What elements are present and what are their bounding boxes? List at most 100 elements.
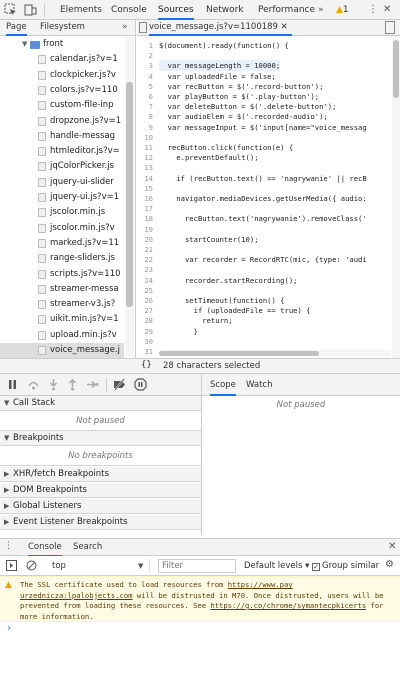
drawer-menu-icon[interactable]: ⋮ bbox=[4, 541, 13, 551]
event-listener-breakpoints-header[interactable]: ▶ Event Listener Breakpoints bbox=[0, 515, 201, 530]
tree-file-item[interactable]: scripts.js?v=110 bbox=[0, 267, 124, 282]
toggle-navigator-icon[interactable] bbox=[139, 22, 147, 33]
tree-file-item[interactable]: upload.min.js?v bbox=[0, 328, 124, 343]
device-toolbar-icon[interactable] bbox=[24, 3, 37, 16]
call-stack-header[interactable]: ▼ Call Stack bbox=[0, 396, 201, 411]
file-icon bbox=[38, 238, 46, 248]
editor-hscroll-thumb[interactable] bbox=[159, 351, 319, 356]
warning-text: The SSL certificate used to load resourc… bbox=[20, 580, 384, 621]
step-icon[interactable] bbox=[86, 378, 99, 391]
collapsed-arrow-icon: ▶ bbox=[4, 470, 10, 478]
tab-sources[interactable]: Sources bbox=[158, 0, 194, 20]
collapsed-arrow-icon: ▶ bbox=[4, 518, 10, 526]
tab-performance[interactable]: Performance bbox=[258, 0, 315, 20]
editor-horizontal-scrollbar[interactable] bbox=[159, 350, 391, 356]
tree-file-item[interactable]: uikit.min.js?v=1 bbox=[0, 312, 124, 327]
tab-drawer-search[interactable]: Search bbox=[73, 539, 102, 557]
gear-icon[interactable]: ⚙ bbox=[385, 559, 394, 570]
file-icon bbox=[38, 300, 46, 310]
step-over-icon[interactable] bbox=[27, 378, 40, 391]
more-navigator-tabs-icon[interactable]: » bbox=[122, 20, 128, 36]
clear-console-icon[interactable] bbox=[26, 560, 37, 571]
pause-icon[interactable] bbox=[6, 378, 19, 391]
xhr-breakpoints-header[interactable]: ▶ XHR/fetch Breakpoints bbox=[0, 467, 201, 482]
tab-drawer-console[interactable]: Console bbox=[28, 539, 62, 557]
breakpoints-header[interactable]: ▼ Breakpoints bbox=[0, 431, 201, 446]
tree-file-item[interactable]: voice_message.j bbox=[0, 343, 124, 359]
scope-pane: Not paused bbox=[202, 396, 400, 536]
console-filter-input[interactable] bbox=[158, 559, 236, 573]
global-listeners-header[interactable]: ▶ Global Listeners bbox=[0, 499, 201, 514]
checkbox-checked-icon: ✓ bbox=[312, 563, 320, 571]
close-devtools-icon[interactable]: ✕ bbox=[383, 0, 391, 20]
toolbar-divider bbox=[44, 3, 45, 17]
group-similar-checkbox[interactable]: ✓ Group similar bbox=[312, 559, 379, 573]
tree-file-item[interactable]: range-sliders.js bbox=[0, 251, 124, 266]
console-prompt[interactable]: › bbox=[6, 623, 12, 634]
pretty-print-icon[interactable]: {} bbox=[141, 360, 152, 370]
pause-on-exceptions-icon[interactable] bbox=[134, 378, 147, 391]
navigator-scroll-thumb[interactable] bbox=[126, 82, 133, 307]
tree-file-item[interactable]: colors.js?v=110 bbox=[0, 83, 124, 98]
tree-file-item[interactable]: jqColorPicker.js bbox=[0, 159, 124, 174]
tab-network[interactable]: Network bbox=[206, 0, 244, 20]
line-number[interactable]: 31 bbox=[137, 346, 153, 357]
warning-count-badge[interactable]: ▲1 bbox=[336, 0, 349, 20]
inspect-element-icon[interactable] bbox=[4, 3, 17, 16]
navigator-scrollbar[interactable] bbox=[125, 37, 134, 357]
editor-tab-strip: voice_message.js?v=1100189 ✕ bbox=[137, 20, 400, 36]
log-levels-dropdown[interactable]: Default levels ▾ bbox=[244, 559, 309, 573]
execution-context-select[interactable]: top ▼ bbox=[52, 559, 150, 573]
chevron-down-icon: ▼ bbox=[138, 562, 144, 570]
tree-file-item[interactable]: marked.js?v=11 bbox=[0, 236, 124, 251]
tree-file-item[interactable]: dropzone.js?v=1 bbox=[0, 114, 124, 129]
tab-scope[interactable]: Scope bbox=[210, 374, 236, 396]
file-icon bbox=[38, 193, 46, 202]
file-icon bbox=[38, 284, 46, 294]
tab-watch[interactable]: Watch bbox=[246, 374, 272, 396]
tree-file-item[interactable]: streamer-v3.js? bbox=[0, 297, 124, 312]
editor-file-tab[interactable]: voice_message.js?v=1100189 ✕ bbox=[149, 20, 292, 36]
file-icon bbox=[38, 101, 46, 111]
close-drawer-icon[interactable]: ✕ bbox=[388, 541, 396, 552]
file-icon bbox=[38, 346, 46, 355]
editor-vertical-scrollbar[interactable] bbox=[392, 36, 400, 358]
tree-file-item[interactable]: jscolor.min.js?v bbox=[0, 221, 124, 236]
tree-file-item[interactable]: calendar.js?v=1 bbox=[0, 52, 124, 67]
toggle-debugger-icon[interactable] bbox=[385, 21, 395, 34]
deactivate-breakpoints-icon[interactable] bbox=[113, 378, 126, 391]
warning-link-docs[interactable]: https://g.co/chrome/symantecpkicerts bbox=[210, 601, 366, 610]
editor-status-bar: {} 28 characters selected bbox=[137, 358, 400, 374]
tree-file-item[interactable]: jscolor.min.js bbox=[0, 205, 124, 220]
tree-file-item[interactable]: jquery-ui.js?v=1 bbox=[0, 190, 124, 205]
tree-folder-front[interactable]: ▼ front bbox=[0, 37, 124, 52]
tree-file-item[interactable]: jquery-ui-slider bbox=[0, 175, 124, 190]
tab-elements[interactable]: Elements bbox=[60, 0, 102, 20]
console-toolbar: top▼ Default levels ▾ ✓Group similar ⚙ bbox=[0, 556, 400, 576]
debugger-sidebar: ▼ Call Stack Not paused ▼ Breakpoints No b… bbox=[0, 396, 202, 536]
show-sidebar-icon[interactable] bbox=[6, 560, 17, 571]
editor-scroll-thumb[interactable] bbox=[393, 40, 399, 98]
console-warning-message: ▲ The SSL certificate used to load resou… bbox=[0, 576, 400, 622]
file-icon bbox=[38, 147, 46, 157]
tree-file-item[interactable]: custom-file-inp bbox=[0, 98, 124, 113]
file-icon bbox=[38, 330, 46, 340]
code-editor[interactable]: 1 $(document).ready(function() {2 3 var me… bbox=[137, 36, 400, 358]
more-tabs-icon[interactable]: » bbox=[318, 0, 324, 20]
tab-page[interactable]: Page bbox=[6, 20, 27, 36]
step-into-icon[interactable] bbox=[47, 378, 60, 391]
breakpoints-empty: No breakpoints bbox=[0, 446, 201, 466]
tab-console[interactable]: Console bbox=[111, 0, 147, 20]
debugger-toolbar bbox=[0, 374, 202, 396]
tree-file-item[interactable]: streamer-messa bbox=[0, 282, 124, 297]
tree-file-item[interactable]: handle-messag bbox=[0, 129, 124, 144]
step-out-icon[interactable] bbox=[66, 378, 79, 391]
warning-icon: ▲ bbox=[336, 5, 343, 15]
selection-status: 28 characters selected bbox=[163, 361, 261, 371]
dom-breakpoints-header[interactable]: ▶ DOM Breakpoints bbox=[0, 483, 201, 498]
tree-file-item[interactable]: clockpicker.js?v bbox=[0, 68, 124, 83]
kebab-menu-icon[interactable]: ⋮ bbox=[368, 0, 378, 20]
tab-filesystem[interactable]: Filesystem bbox=[40, 20, 85, 36]
close-tab-icon[interactable]: ✕ bbox=[281, 22, 288, 32]
tree-file-item[interactable]: htmleditor.js?v= bbox=[0, 144, 124, 159]
